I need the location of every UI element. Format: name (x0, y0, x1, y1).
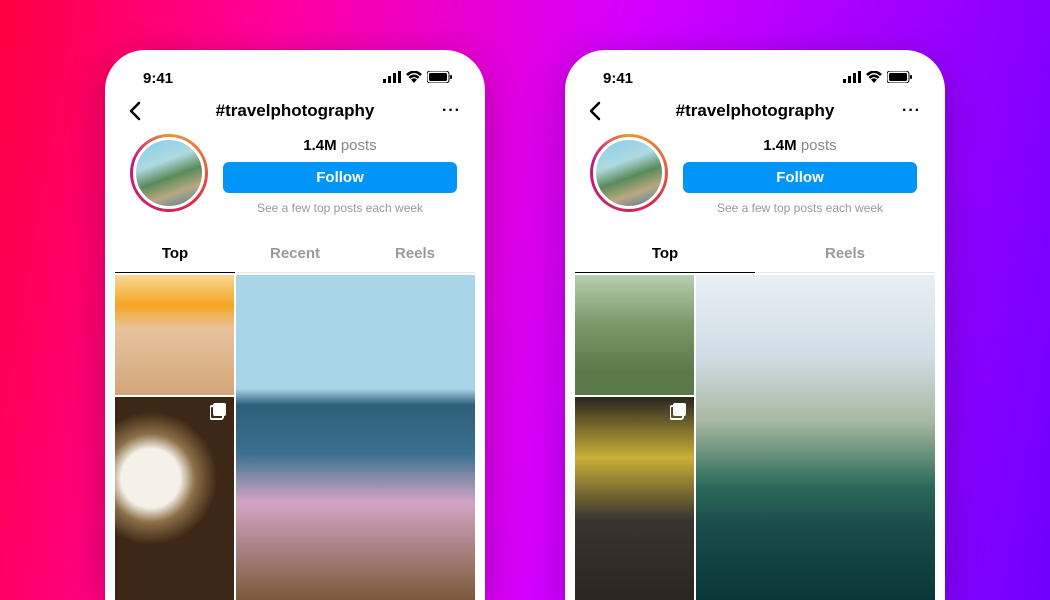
cellular-icon (843, 70, 861, 87)
battery-icon (887, 70, 913, 87)
hashtag-avatar[interactable] (133, 137, 205, 209)
post-thumb[interactable] (696, 275, 935, 600)
status-time: 9:41 (603, 70, 633, 87)
tab-recent[interactable]: Recent (235, 233, 355, 272)
phone-right: 9:41 #travelphotography ··· 1.4M posts F… (565, 50, 945, 600)
post-thumb[interactable] (115, 275, 234, 395)
post-thumb[interactable] (575, 397, 694, 600)
back-button[interactable] (589, 101, 613, 121)
tab-top[interactable]: Top (575, 233, 755, 272)
carousel-icon (210, 403, 228, 421)
hashtag-info: 1.4M posts Follow See a few top posts ea… (575, 131, 935, 225)
status-bar: 9:41 (575, 60, 935, 93)
post-thumb[interactable] (115, 397, 234, 600)
post-count: 1.4M posts (303, 137, 376, 154)
more-button[interactable]: ··· (437, 102, 461, 120)
battery-icon (427, 70, 453, 87)
wifi-icon (406, 70, 422, 87)
post-grid (115, 273, 475, 600)
hashtag-avatar[interactable] (593, 137, 665, 209)
tabs: Top Recent Reels (115, 233, 475, 273)
page-title: #travelphotography (216, 101, 375, 121)
tab-top[interactable]: Top (115, 233, 235, 272)
post-thumb[interactable] (236, 275, 475, 600)
nav-header: #travelphotography ··· (575, 93, 935, 131)
nav-header: #travelphotography ··· (115, 93, 475, 131)
more-button[interactable]: ··· (897, 102, 921, 120)
status-icons (383, 70, 453, 87)
cellular-icon (383, 70, 401, 87)
status-bar: 9:41 (115, 60, 475, 93)
wifi-icon (866, 70, 882, 87)
post-grid (575, 273, 935, 600)
status-icons (843, 70, 913, 87)
back-button[interactable] (129, 101, 153, 121)
follow-subtext: See a few top posts each week (717, 201, 883, 215)
follow-subtext: See a few top posts each week (257, 201, 423, 215)
status-time: 9:41 (143, 70, 173, 87)
tabs: Top Reels (575, 233, 935, 273)
tab-reels[interactable]: Reels (755, 233, 935, 272)
carousel-icon (670, 403, 688, 421)
follow-button[interactable]: Follow (223, 162, 457, 193)
page-title: #travelphotography (676, 101, 835, 121)
post-count: 1.4M posts (763, 137, 836, 154)
tab-reels[interactable]: Reels (355, 233, 475, 272)
phone-left: 9:41 #travelphotography ··· 1.4M posts F… (105, 50, 485, 600)
follow-button[interactable]: Follow (683, 162, 917, 193)
hashtag-info: 1.4M posts Follow See a few top posts ea… (115, 131, 475, 225)
post-thumb[interactable] (575, 275, 694, 395)
